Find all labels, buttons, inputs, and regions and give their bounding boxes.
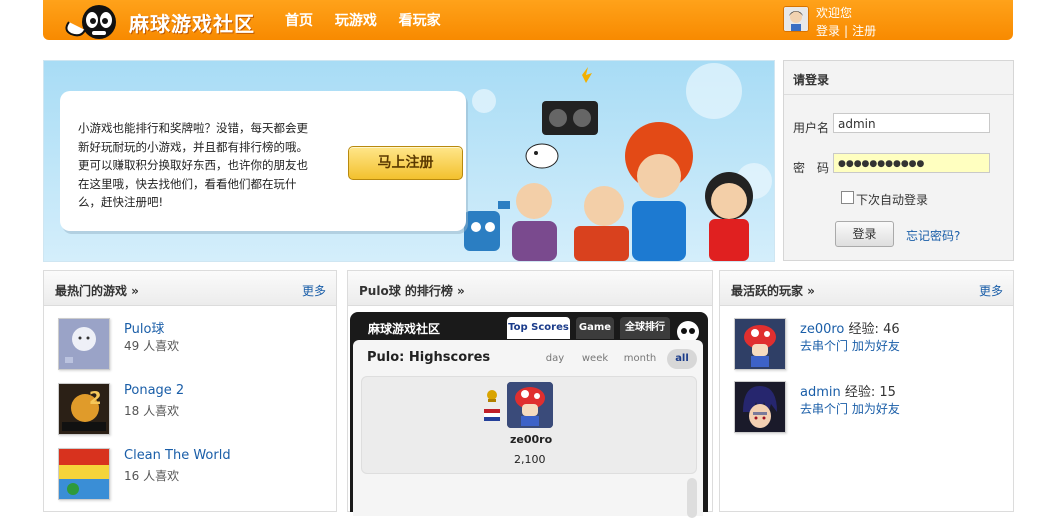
scrollbar[interactable] bbox=[687, 478, 697, 518]
game-likes: 16 人喜欢 bbox=[124, 469, 180, 483]
mushroom-avatar-icon bbox=[735, 319, 785, 369]
logo-text: 麻球游戏社区 bbox=[129, 12, 255, 36]
player-actions: 去串个门 加为好友 bbox=[800, 400, 900, 417]
intro-text: 小游戏也能排行和奖牌啦？没错，每天都会更新好玩耐玩的小游戏，并且都有排行榜的哦。… bbox=[78, 121, 308, 209]
ponage-thumbnail[interactable]: 2 bbox=[58, 383, 110, 435]
login-button[interactable]: 登录 bbox=[835, 221, 894, 247]
hot-games-title[interactable]: 最热门的游戏 » bbox=[55, 282, 139, 299]
remember-me-label: 下次自动登录 bbox=[856, 193, 929, 207]
promo-banner: 小游戏也能排行和奖牌啦？没错，每天都会更新好玩耐玩的小游戏，并且都有排行榜的哦。… bbox=[43, 60, 775, 262]
tab-global-ranking[interactable]: 全球排行 bbox=[620, 317, 670, 339]
username-field[interactable]: admin bbox=[833, 113, 990, 133]
top-score-card: ze00ro 2,100 bbox=[361, 376, 697, 474]
clean-the-world-game-icon bbox=[59, 449, 109, 499]
ponage-game-icon: 2 bbox=[59, 384, 109, 434]
player-avatar[interactable] bbox=[734, 318, 786, 370]
nav-view-players[interactable]: 看玩家 bbox=[399, 13, 441, 29]
active-players-panel: 最活跃的玩家 » 更多 ze00ro 经验: 46 去串个门 加为好友 admi… bbox=[719, 270, 1014, 512]
panel-header: 最活跃的玩家 » 更多 bbox=[720, 271, 1013, 306]
tab-game[interactable]: Game bbox=[576, 317, 614, 339]
trophy-and-flag-icon bbox=[484, 390, 500, 421]
password-field[interactable]: ●●●●●●●●●●● bbox=[833, 153, 990, 173]
highscores-area: Pulo: Highscores day week month all ze00… bbox=[353, 340, 703, 518]
user-avatar-icon bbox=[784, 7, 808, 31]
player-name[interactable]: admin bbox=[800, 385, 841, 400]
avatar bbox=[783, 6, 809, 32]
game-likes: 18 人喜欢 bbox=[124, 404, 180, 418]
player-avatar[interactable] bbox=[734, 381, 786, 433]
game-name[interactable]: Pulo球 bbox=[124, 318, 164, 337]
signup-now-button[interactable]: 马上注册 bbox=[348, 146, 463, 180]
panel-header: Pulo球 的排行榜 » bbox=[348, 271, 712, 306]
nav-home[interactable]: 首页 bbox=[285, 13, 313, 29]
player-name[interactable]: ze00ro bbox=[800, 322, 844, 337]
hot-games-more-link[interactable]: 更多 bbox=[302, 282, 326, 299]
top-player-name[interactable]: ze00ro bbox=[510, 433, 552, 446]
register-link[interactable]: 注册 bbox=[852, 24, 876, 38]
separator: | bbox=[844, 24, 849, 38]
forgot-password-link[interactable]: 忘记密码? bbox=[906, 227, 960, 244]
hot-games-panel: 最热门的游戏 » 更多 Pulo球 49 人喜欢 2 Ponage 2 18 人… bbox=[43, 270, 337, 512]
mascot-logo-icon bbox=[65, 5, 116, 39]
welcome-text: 欢迎您 bbox=[816, 6, 853, 20]
leaderboard-title[interactable]: Pulo球 的排行榜 » bbox=[359, 282, 465, 299]
widget-brand: 麻球游戏社区 bbox=[368, 322, 441, 336]
leaderboard-panel: Pulo球 的排行榜 » 麻球游戏社区 Top Scores Game 全球排行… bbox=[347, 270, 713, 518]
main-nav: 首页 玩游戏 看玩家 bbox=[285, 10, 459, 30]
game-likes: 49 人喜欢 bbox=[124, 339, 180, 353]
player-info: ze00ro 经验: 46 bbox=[800, 318, 900, 337]
pulo-thumbnail[interactable] bbox=[58, 318, 110, 370]
exp-label: 经验: bbox=[848, 322, 879, 337]
top-player-score: 2,100 bbox=[514, 453, 546, 466]
auth-links: 登录 | 注册 bbox=[816, 22, 876, 39]
active-players-title[interactable]: 最活跃的玩家 » bbox=[731, 282, 815, 299]
pulo-game-icon bbox=[59, 319, 109, 369]
game-name[interactable]: Clean The World bbox=[124, 448, 231, 463]
svg-text:2: 2 bbox=[89, 388, 102, 409]
divider bbox=[784, 94, 1013, 95]
period-week[interactable]: week bbox=[577, 349, 613, 369]
cartoon-characters-illustration bbox=[454, 63, 772, 261]
period-day[interactable]: day bbox=[538, 349, 572, 369]
game-name[interactable]: Ponage 2 bbox=[124, 383, 184, 398]
period-all[interactable]: all bbox=[667, 349, 697, 369]
player-actions: 去串个门 加为好友 bbox=[800, 337, 900, 354]
visit-link[interactable]: 去串个门 bbox=[800, 339, 848, 353]
password-label: 密 码 bbox=[793, 161, 830, 175]
scoreboard-widget: 麻球游戏社区 Top Scores Game 全球排行 Pulo: Highsc… bbox=[350, 312, 708, 518]
period-month[interactable]: month bbox=[619, 349, 661, 369]
visit-link[interactable]: 去串个门 bbox=[800, 402, 848, 416]
login-link[interactable]: 登录 bbox=[816, 24, 840, 38]
add-friend-link[interactable]: 加为好友 bbox=[852, 339, 900, 353]
top-header: 麻球游戏社区 首页 玩游戏 看玩家 欢迎您 登录 | 注册 bbox=[43, 0, 1013, 40]
player-info: admin 经验: 15 bbox=[800, 381, 896, 400]
speech-bubble: 小游戏也能排行和奖牌啦？没错，每天都会更新好玩耐玩的小游戏，并且都有排行榜的哦。… bbox=[60, 91, 466, 231]
login-title: 请登录 bbox=[793, 73, 830, 87]
nav-play-games[interactable]: 玩游戏 bbox=[335, 13, 377, 29]
clean-the-world-thumbnail[interactable] bbox=[58, 448, 110, 500]
anime-avatar-icon bbox=[735, 382, 785, 432]
exp-value: 15 bbox=[879, 385, 896, 400]
remember-me-checkbox[interactable] bbox=[841, 191, 854, 204]
username-label: 用户名 bbox=[793, 121, 830, 135]
panel-header: 最热门的游戏 » 更多 bbox=[44, 271, 336, 306]
login-panel: 请登录 用户名 admin 密 码 ●●●●●●●●●●● 下次自动登录 登录 … bbox=[783, 60, 1014, 261]
active-players-more-link[interactable]: 更多 bbox=[979, 282, 1003, 299]
exp-value: 46 bbox=[883, 322, 900, 337]
player-avatar[interactable] bbox=[507, 382, 553, 428]
highscores-heading: Pulo: Highscores bbox=[367, 350, 491, 365]
tab-top-scores[interactable]: Top Scores bbox=[507, 317, 570, 339]
exp-label: 经验: bbox=[844, 385, 876, 400]
add-friend-link[interactable]: 加为好友 bbox=[852, 402, 900, 416]
mushroom-avatar-icon bbox=[507, 382, 553, 428]
